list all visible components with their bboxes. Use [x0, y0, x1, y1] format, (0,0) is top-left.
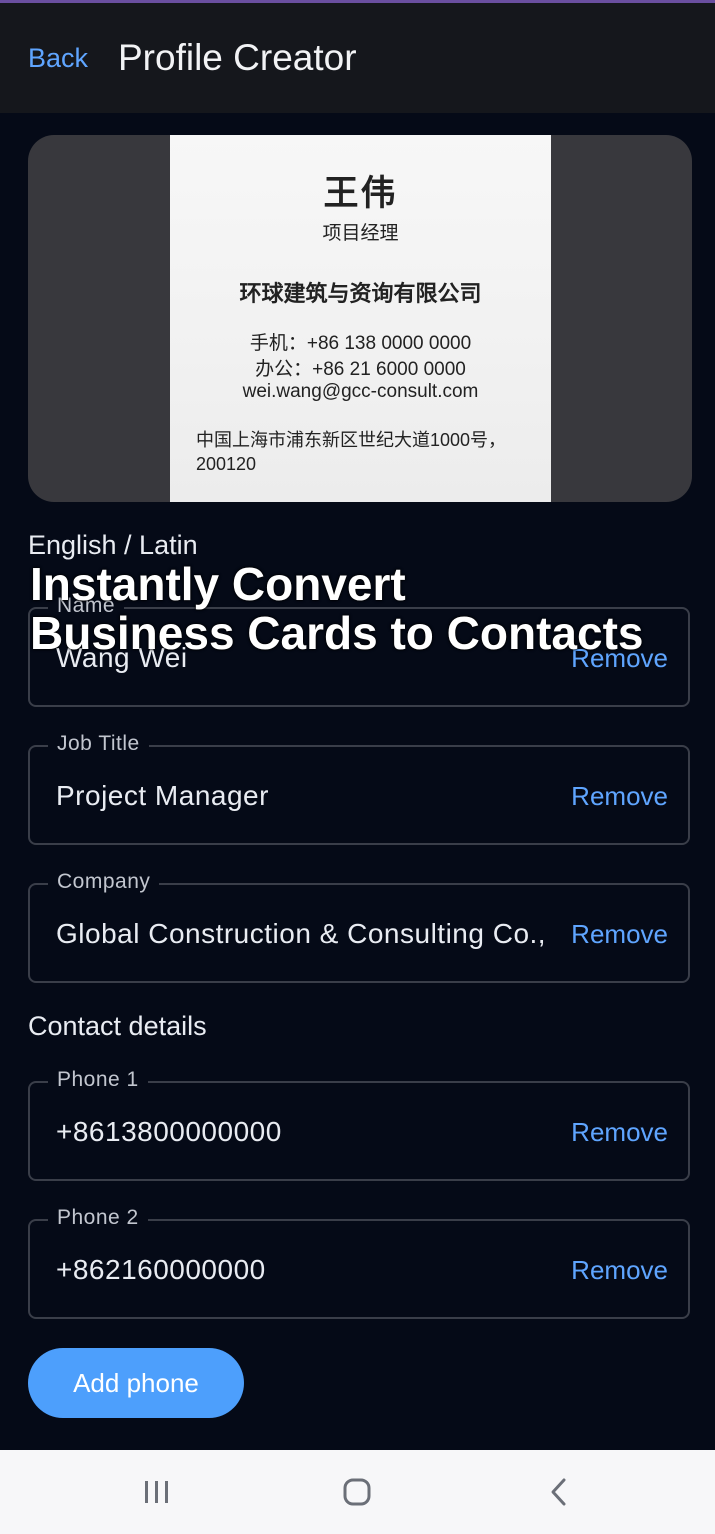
phone1-field-label: Phone 1 [48, 1068, 148, 1092]
job-title-field-value[interactable]: Project Manager [56, 780, 546, 812]
back-icon [551, 1478, 566, 1506]
section-contact-heading: Contact details [28, 1011, 207, 1041]
recents-icon [145, 1481, 168, 1503]
promo-headline-line2: Business Cards to Contacts [30, 607, 644, 659]
add-phone-button[interactable]: Add phone [28, 1348, 244, 1418]
card-email: wei.wang@gcc-consult.com [242, 381, 479, 402]
page-title: Profile Creator [118, 37, 357, 78]
back-button[interactable]: Back [28, 43, 88, 74]
card-address-line1: 中国上海市浦东新区世纪大道1000号， [196, 430, 507, 450]
company-field-value[interactable]: Global Construction & Consulting Co., Lt… [56, 918, 546, 950]
card-address: 中国上海市浦东新区世纪大道1000号， 200120 [196, 428, 526, 476]
card-name: 王伟 [323, 174, 398, 213]
company-field-label: Company [48, 870, 160, 894]
home-icon [343, 1478, 371, 1506]
system-back-button[interactable] [514, 1450, 604, 1534]
business-card: 王伟 项目经理 环球建筑与资询有限公司 手机：+86 138 0000 0000… [170, 135, 551, 502]
promo-headline: Instantly Convert Business Cards to Cont… [30, 560, 710, 658]
home-button[interactable] [312, 1450, 402, 1534]
job-title-field-label: Job Title [48, 732, 149, 756]
phone2-field-value[interactable]: +862160000000 [56, 1254, 546, 1286]
job-title-field[interactable]: Job Title Project Manager Remove [28, 732, 690, 845]
system-navigation-bar [0, 1450, 715, 1534]
remove-job-title-button[interactable]: Remove [571, 781, 668, 812]
remove-company-button[interactable]: Remove [571, 919, 668, 950]
card-company: 环球建筑与资询有限公司 [239, 281, 482, 306]
card-office: 办公：+86 21 6000 0000 [255, 359, 466, 380]
card-job-title: 项目经理 [322, 223, 399, 244]
section-latin-heading: English / Latin [28, 530, 198, 560]
phone1-field-value[interactable]: +8613800000000 [56, 1116, 546, 1148]
promo-headline-line1: Instantly Convert [30, 558, 406, 610]
card-mobile: 手机：+86 138 0000 0000 [249, 333, 472, 354]
app-header: Back Profile Creator [0, 3, 715, 113]
phone2-field[interactable]: Phone 2 +862160000000 Remove [28, 1206, 690, 1319]
remove-phone2-button[interactable]: Remove [571, 1255, 668, 1286]
company-field[interactable]: Company Global Construction & Consulting… [28, 870, 690, 983]
remove-phone1-button[interactable]: Remove [571, 1117, 668, 1148]
phone2-field-label: Phone 2 [48, 1206, 148, 1230]
card-image-preview: 王伟 项目经理 环球建筑与资询有限公司 手机：+86 138 0000 0000… [28, 135, 692, 502]
recents-button[interactable] [112, 1450, 202, 1534]
phone1-field[interactable]: Phone 1 +8613800000000 Remove [28, 1068, 690, 1181]
card-address-line2: 200120 [196, 454, 257, 474]
